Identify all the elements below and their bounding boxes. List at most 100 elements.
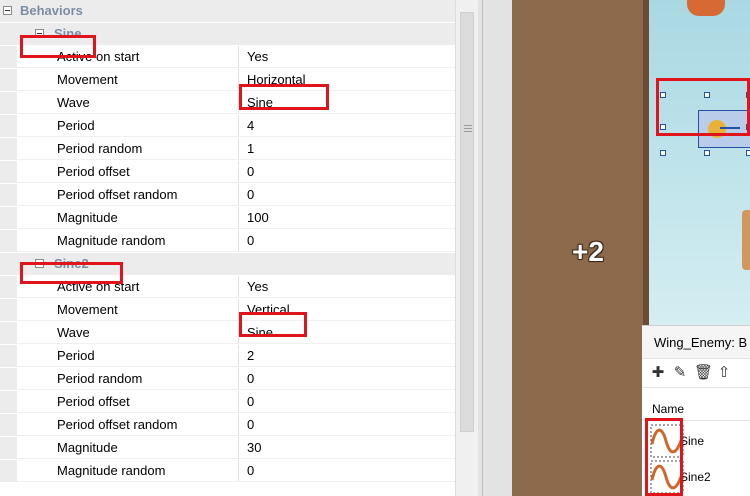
property-name: Active on start (57, 49, 140, 64)
property-row[interactable]: Wave Sine (0, 322, 460, 344)
row-divider (17, 136, 460, 137)
property-value[interactable]: 0 (247, 417, 254, 432)
property-value[interactable]: Sine (247, 95, 273, 110)
layout-view[interactable]: +2 Wing_Enemy: B ✚ ✎ 🗑 ⇧ Name Sine Sine2 (512, 0, 750, 496)
name-column-header[interactable]: Name (652, 402, 684, 416)
property-value[interactable]: 0 (247, 187, 254, 202)
behaviors-category-row[interactable]: Behaviors (0, 0, 460, 22)
add-icon[interactable]: ✚ (650, 365, 666, 381)
gutter (0, 230, 17, 252)
property-value[interactable]: Sine (247, 325, 273, 340)
property-row[interactable]: Active on start Yes (0, 46, 460, 68)
panel-splitter[interactable] (478, 0, 512, 496)
property-name: Period offset (57, 394, 130, 409)
property-value[interactable]: 0 (247, 463, 254, 478)
behaviors-toolbar: ✚ ✎ 🗑 ⇧ (642, 359, 750, 388)
resize-handle[interactable] (704, 150, 710, 156)
column-divider (238, 184, 239, 206)
scrollbar-thumb[interactable] (460, 12, 474, 432)
behavior-header-sine[interactable]: Sine (0, 23, 460, 45)
property-value[interactable]: 0 (247, 371, 254, 386)
row-divider (17, 182, 460, 183)
property-value[interactable]: 100 (247, 210, 269, 225)
property-value[interactable]: 0 (247, 233, 254, 248)
collapse-toggle-icon[interactable] (35, 29, 44, 38)
property-name: Wave (57, 95, 90, 110)
gutter (0, 460, 17, 482)
property-value[interactable]: Yes (247, 49, 268, 64)
property-row[interactable]: Magnitude random 0 (0, 230, 460, 252)
gutter (0, 92, 17, 114)
property-row[interactable]: Movement Horizontal (0, 69, 460, 91)
header-divider (642, 420, 750, 421)
properties-scrollbar[interactable] (455, 0, 478, 496)
resize-handle[interactable] (704, 92, 710, 98)
gutter (0, 437, 17, 459)
sine-wave-icon (650, 424, 684, 458)
property-row[interactable]: Magnitude 30 (0, 437, 460, 459)
scroll-grip-icon (464, 125, 472, 134)
property-value[interactable]: 4 (247, 118, 254, 133)
angle-handle[interactable] (720, 127, 740, 129)
gutter (0, 322, 17, 344)
property-value[interactable]: Yes (247, 279, 268, 294)
resize-handle[interactable] (746, 92, 750, 98)
sky-area (643, 0, 750, 330)
column-divider (238, 414, 239, 436)
column-divider (238, 299, 239, 321)
property-row[interactable]: Movement Vertical (0, 299, 460, 321)
property-row[interactable]: Wave Sine (0, 92, 460, 114)
wing-enemy-selection[interactable] (660, 84, 750, 156)
property-row[interactable]: Period random 0 (0, 368, 460, 390)
resize-handle[interactable] (746, 124, 750, 130)
property-value[interactable]: 30 (247, 440, 261, 455)
property-value[interactable]: Horizontal (247, 72, 306, 87)
property-name: Magnitude random (57, 463, 166, 478)
property-row[interactable]: Period offset random 0 (0, 414, 460, 436)
property-row[interactable]: Magnitude random 0 (0, 460, 460, 482)
row-divider (17, 458, 460, 459)
resize-handle[interactable] (660, 150, 666, 156)
property-row[interactable]: Period offset 0 (0, 161, 460, 183)
property-value[interactable]: 2 (247, 348, 254, 363)
row-divider (17, 435, 460, 436)
resize-handle[interactable] (660, 124, 666, 130)
resize-handle[interactable] (746, 150, 750, 156)
behavior-list-item-sine2[interactable]: Sine2 (650, 460, 750, 494)
move-up-icon[interactable]: ⇧ (716, 365, 732, 381)
property-name: Magnitude (57, 210, 118, 225)
property-row[interactable]: Active on start Yes (0, 276, 460, 298)
gutter (0, 115, 17, 137)
collapse-toggle-icon[interactable] (3, 6, 12, 15)
property-row[interactable]: Period offset 0 (0, 391, 460, 413)
wing-enemy-sprite[interactable] (708, 120, 726, 138)
behavior-list-label: Sine (680, 434, 705, 448)
dialog-title-bar[interactable]: Wing_Enemy: B (642, 326, 750, 359)
orange-sprite-side[interactable] (742, 210, 750, 270)
gutter (0, 253, 17, 275)
dialog-title: Wing_Enemy: B (654, 335, 748, 350)
property-value[interactable]: 0 (247, 164, 254, 179)
row-divider (17, 320, 460, 321)
resize-handle[interactable] (660, 92, 666, 98)
behavior-header-sine2[interactable]: Sine2 (0, 253, 460, 275)
edit-icon[interactable]: ✎ (672, 365, 688, 381)
property-row[interactable]: Period 4 (0, 115, 460, 137)
property-row[interactable]: Period offset random 0 (0, 184, 460, 206)
collapse-toggle-icon[interactable] (35, 259, 44, 268)
property-value[interactable]: 1 (247, 141, 254, 156)
delete-icon[interactable]: 🗑 (694, 365, 713, 381)
behavior-list-label: Sine2 (680, 470, 711, 484)
property-value[interactable]: Vertical (247, 302, 290, 317)
orange-sprite-top[interactable] (687, 0, 725, 16)
property-row[interactable]: Period random 1 (0, 138, 460, 160)
property-name: Wave (57, 325, 90, 340)
gutter (0, 276, 17, 298)
column-divider (238, 230, 239, 252)
behavior-list-item-sine[interactable]: Sine (650, 424, 750, 458)
column-divider (238, 391, 239, 413)
property-row[interactable]: Magnitude 100 (0, 207, 460, 229)
property-row[interactable]: Period 2 (0, 345, 460, 367)
category-header-bg (17, 0, 460, 22)
property-value[interactable]: 0 (247, 394, 254, 409)
